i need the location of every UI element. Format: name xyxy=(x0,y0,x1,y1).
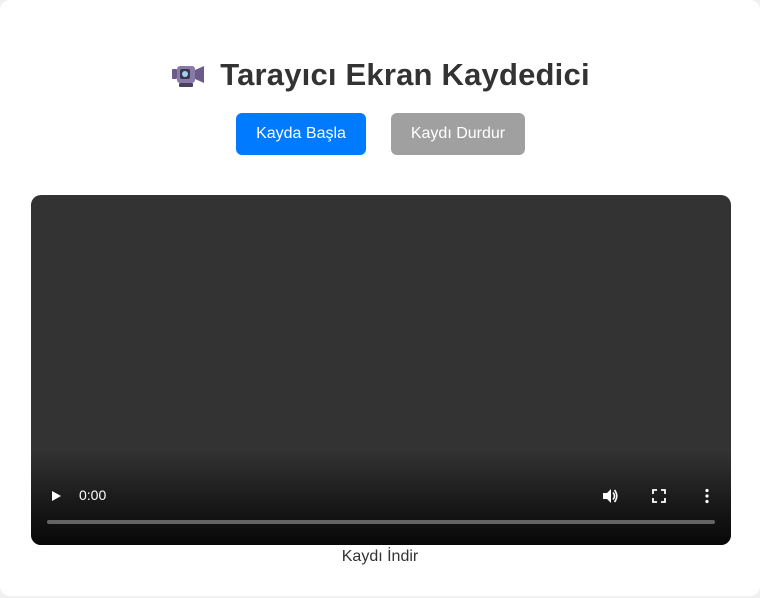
page-title: Tarayıcı Ekran Kaydedici xyxy=(220,57,590,92)
start-recording-button[interactable]: Kayda Başla xyxy=(236,113,366,155)
header: Tarayıcı Ekran Kaydedici xyxy=(0,55,760,95)
video-player[interactable]: 0:00 xyxy=(31,195,731,545)
fullscreen-icon[interactable] xyxy=(648,485,670,507)
progress-bar[interactable] xyxy=(47,520,715,524)
current-time: 0:00 xyxy=(79,487,107,503)
video-camera-icon xyxy=(170,61,206,89)
download-link[interactable]: Kaydı İndir xyxy=(0,548,760,566)
play-icon[interactable] xyxy=(45,485,67,507)
recorder-card: Tarayıcı Ekran Kaydedici Kayda Başla Kay… xyxy=(0,0,760,596)
stop-recording-button[interactable]: Kaydı Durdur xyxy=(391,113,525,155)
volume-icon[interactable] xyxy=(599,485,621,507)
video-controls-overlay xyxy=(31,450,731,545)
more-options-icon[interactable] xyxy=(696,485,718,507)
